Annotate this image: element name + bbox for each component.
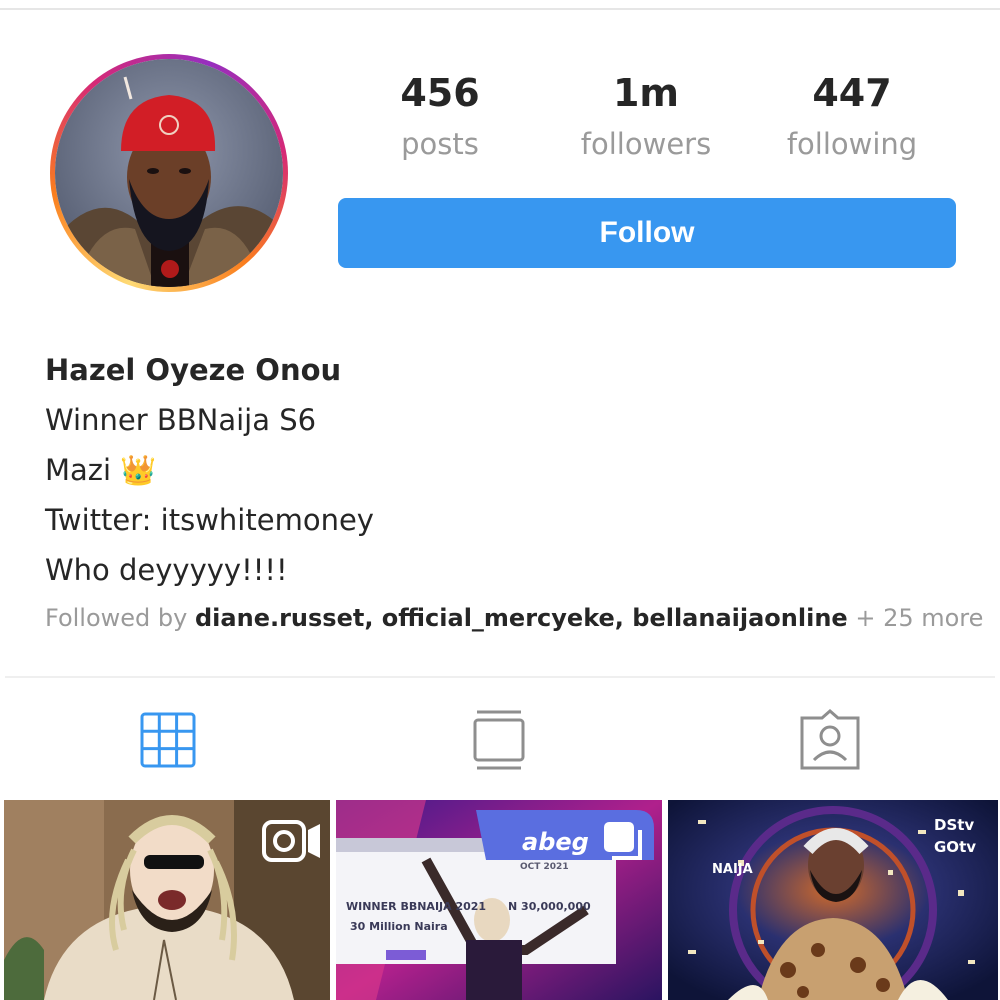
post-tile-3[interactable]: DStv GOtv NAIJA (668, 800, 998, 1000)
bio-line: Who deyyyyy!!!! (45, 553, 288, 587)
board-subtitle: 30 Million Naira (350, 920, 448, 933)
posts-count: 456 (400, 71, 480, 115)
profile-bio: Hazel Oyeze Onou Winner BBNaija S6 Mazi … (45, 345, 985, 595)
banner-text: abeg (522, 828, 589, 856)
avatar-photo (55, 59, 283, 287)
followers-count: 1m (612, 71, 680, 115)
board-amount: N 30,000,000 (508, 900, 591, 913)
following-count: 447 (812, 71, 892, 115)
followed-by-users[interactable]: diane.russet, official_mercyeke, bellana… (195, 604, 848, 632)
followed-by[interactable]: Followed by diane.russet, official_mercy… (45, 600, 983, 636)
bio-line: Winner BBNaija S6 (45, 403, 317, 437)
tab-tagged[interactable] (790, 700, 870, 780)
dstv-logo: DStv (934, 816, 975, 834)
following-label: following (786, 127, 918, 161)
tab-grid[interactable] (128, 700, 208, 780)
gotv-logo: GOtv (934, 838, 977, 856)
follow-button[interactable]: Follow (338, 198, 956, 268)
show-logo-text: NAIJA (712, 862, 753, 877)
bio-line: Twitter: itswhitemoney (45, 503, 374, 537)
stat-followers[interactable]: 1m followers (556, 68, 736, 166)
top-divider (0, 8, 1000, 10)
section-divider (5, 676, 995, 678)
post-tile-2[interactable]: abeg OCT 2021 WINNER BBNAIJA 2021 30 Mil… (336, 800, 662, 1000)
followers-label: followers (580, 127, 712, 161)
carousel-icon (604, 822, 642, 860)
igtv-icon (473, 710, 525, 770)
tagged-icon (800, 709, 860, 770)
posts-label: posts (401, 127, 479, 161)
board-tag: OCT 2021 (520, 862, 569, 872)
stat-following[interactable]: 447 following (762, 68, 942, 166)
profile-avatar[interactable] (50, 54, 288, 292)
post-tile-1[interactable] (4, 800, 330, 1000)
tab-igtv[interactable] (459, 700, 539, 780)
stat-posts[interactable]: 456 posts (350, 68, 530, 166)
followed-by-prefix: Followed by (45, 604, 188, 632)
reel-icon (262, 820, 320, 862)
profile-name: Hazel Oyeze Onou (45, 353, 342, 387)
board-title: WINNER BBNAIJA 2021 (346, 900, 487, 913)
grid-icon (140, 712, 196, 768)
followed-by-more[interactable]: + 25 more (855, 604, 983, 632)
bio-line: Mazi 👑 (45, 453, 157, 487)
